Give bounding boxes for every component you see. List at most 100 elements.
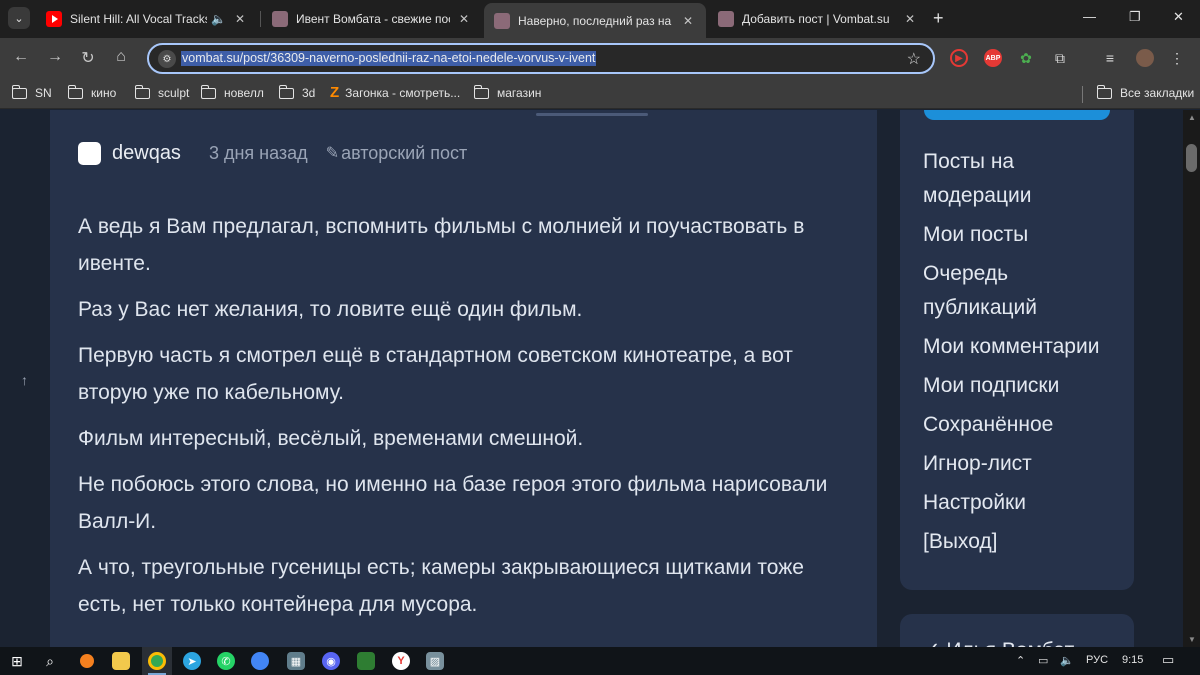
scroll-down-arrow-icon[interactable]: ▼ [1188, 635, 1196, 644]
tab-indicator [536, 113, 648, 116]
bookmark-folder[interactable]: новелл [200, 84, 264, 100]
adblock-icon[interactable]: ABP [984, 49, 1002, 67]
bookmark-zagonka[interactable]: Z Загонка - смотреть... [330, 84, 460, 101]
tab-title: Silent Hill: All Vocal Tracks - [70, 12, 208, 26]
wombat-icon [272, 11, 288, 27]
zagonka-icon: Z [330, 84, 340, 101]
scrollbar-thumb[interactable] [1186, 144, 1197, 172]
create-post-button[interactable] [924, 110, 1110, 120]
left-gutter: ↑ [0, 110, 50, 647]
site-info-icon[interactable]: ⚙ [158, 50, 176, 68]
bookmark-label: Все закладки [1120, 86, 1195, 100]
file-explorer-icon[interactable] [112, 652, 130, 670]
tab-title: Добавить пост | Vombat.su [742, 12, 890, 26]
bookmarks-divider [1082, 86, 1083, 103]
menu-publish-queue[interactable]: Очередь публикаций [923, 257, 1123, 325]
back-icon[interactable]: ← [10, 48, 32, 66]
bookmark-folder[interactable]: SN [11, 84, 52, 100]
notifications-icon[interactable]: ▭ [1162, 652, 1174, 668]
bookmark-label: 3d [302, 86, 316, 100]
author-post-badge: ✎ авторский пост [326, 143, 468, 164]
menu-settings[interactable]: Настройки [923, 486, 1123, 520]
close-tab-icon[interactable]: ✕ [456, 12, 472, 26]
maximize-button[interactable]: ❐ [1129, 9, 1141, 25]
bookmark-star-icon[interactable]: ☆ [907, 49, 921, 69]
post-paragraph: Раз у Вас нет желания, то ловите ещё оди… [78, 298, 583, 321]
close-tab-icon[interactable]: ✕ [680, 14, 696, 28]
close-tab-icon[interactable]: ✕ [902, 12, 918, 26]
discord-icon[interactable]: ◉ [322, 652, 340, 670]
media-control-icon[interactable]: ≡ [1101, 49, 1119, 67]
speaker-icon[interactable]: 🔈 [211, 12, 226, 26]
menu-logout[interactable]: [Выход] [923, 525, 1123, 559]
bookmark-label: кино [91, 86, 117, 100]
reload-icon[interactable]: ↻ [77, 48, 99, 68]
menu-icon[interactable]: ⋮ [1168, 49, 1186, 67]
tab-search-button[interactable]: ⌄ [8, 7, 30, 29]
yandex-icon[interactable]: Y [392, 652, 410, 670]
author-name[interactable]: dewqas [112, 142, 181, 165]
profile-avatar[interactable] [1136, 49, 1154, 67]
user-menu-list: Посты на модерации Мои посты Очередь пуб… [923, 145, 1123, 564]
clock[interactable]: 9:15 [1122, 654, 1143, 666]
menu-subscriptions[interactable]: Мои подписки [923, 369, 1123, 403]
menu-ignore-list[interactable]: Игнор-лист [923, 447, 1123, 481]
extension-color-icon[interactable]: ✿ [1017, 49, 1035, 67]
post-paragraph: А что, треугольные гусеницы есть; камеры… [78, 556, 804, 616]
browser-toolbar: ← → ↻ ⌂ ⚙ vombat.su/post/36309-naverno-p… [0, 38, 1200, 80]
language-indicator[interactable]: РУС [1086, 654, 1108, 666]
sidebar-block: ✓ Илья Вомбат [900, 614, 1134, 647]
chrome-icon[interactable] [148, 652, 166, 670]
bookmark-folder[interactable]: 3d [278, 84, 316, 100]
bookmark-folder[interactable]: магазин [473, 84, 542, 100]
post-paragraph: Фильм интересный, весёлый, временами сме… [78, 427, 584, 450]
windows-start-icon[interactable]: ⊞ [8, 652, 26, 670]
search-icon[interactable]: ⌕ [41, 652, 59, 670]
address-bar[interactable]: ⚙ vombat.su/post/36309-naverno-poslednii… [147, 43, 935, 74]
bookmark-folder[interactable]: sculpt [134, 84, 190, 100]
tab-current-post[interactable]: Наверно, последний раз на эт ✕ [484, 3, 706, 38]
url-text[interactable]: vombat.su/post/36309-naverno-poslednii-r… [181, 51, 597, 66]
close-window-button[interactable]: ✕ [1173, 9, 1184, 25]
menu-moderation[interactable]: Посты на модерации [923, 145, 1123, 213]
extensions-puzzle-icon[interactable]: ⧉ [1051, 49, 1069, 67]
image-viewer-icon[interactable]: ▨ [426, 652, 444, 670]
bookmark-folder[interactable]: кино [67, 84, 117, 100]
new-tab-button[interactable]: + [933, 8, 944, 29]
tab-add-post[interactable]: Добавить пост | Vombat.su ✕ [708, 3, 928, 35]
bookmark-label: sculpt [158, 86, 190, 100]
forward-icon[interactable]: → [44, 48, 66, 66]
tab-vombat-event[interactable]: Ивент Вомбата - свежие посты ✕ [262, 3, 482, 35]
folder-icon [200, 84, 216, 99]
blender-icon[interactable] [80, 654, 94, 668]
close-tab-icon[interactable]: ✕ [232, 12, 248, 26]
scroll-to-top-icon[interactable]: ↑ [21, 372, 28, 388]
folder-icon [473, 84, 489, 99]
tray-chevron-icon[interactable]: ⌃ [1016, 654, 1025, 667]
author-avatar[interactable] [78, 141, 101, 165]
home-icon[interactable]: ⌂ [110, 48, 132, 66]
wombat-icon [494, 12, 510, 29]
chrome-alt-icon[interactable] [251, 652, 269, 670]
menu-saved[interactable]: Сохранённое [923, 408, 1123, 442]
wombat-icon [718, 11, 734, 27]
calculator-icon[interactable]: ▦ [287, 652, 305, 670]
tab-silent-hill[interactable]: Silent Hill: All Vocal Tracks - 🔈 ✕ [36, 3, 258, 35]
windows-taskbar: ⊞ ⌕ ➤ ✆ ▦ ◉ Y ▨ ⌃ ▭ 🔈 РУС 9:15 ▭ [0, 647, 1200, 675]
scroll-up-arrow-icon[interactable]: ▲ [1188, 113, 1196, 122]
whatsapp-icon[interactable]: ✆ [217, 652, 235, 670]
record-extension-icon[interactable]: ▶ [950, 49, 968, 67]
volume-icon[interactable]: 🔈 [1060, 654, 1074, 667]
menu-my-comments[interactable]: Мои комментарии [923, 330, 1123, 364]
page-scrollbar[interactable]: ▲ ▼ [1183, 110, 1200, 647]
all-bookmarks-button[interactable]: Все закладки [1096, 84, 1195, 100]
bookmark-label: магазин [497, 86, 542, 100]
folder-icon [1096, 84, 1112, 99]
minimize-button[interactable]: — [1083, 9, 1096, 24]
app-icon[interactable] [357, 652, 375, 670]
network-icon[interactable]: ▭ [1038, 654, 1048, 667]
menu-my-posts[interactable]: Мои посты [923, 218, 1123, 252]
sidebar-block-title: ✓ Илья Вомбат [923, 638, 1074, 647]
bookmark-label: SN [35, 86, 52, 100]
telegram-icon[interactable]: ➤ [183, 652, 201, 670]
